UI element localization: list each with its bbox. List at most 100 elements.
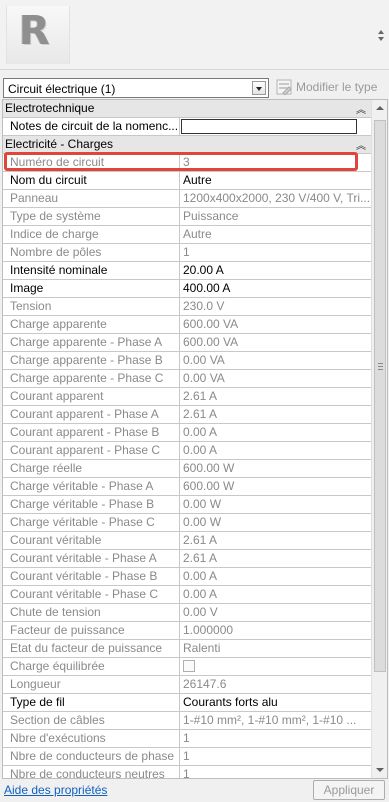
property-value[interactable] [181,658,371,675]
property-value[interactable]: Courants forts alu [181,694,371,711]
property-value[interactable]: 600.00 VA [181,334,371,351]
property-value[interactable]: 0.00 A [181,424,371,441]
property-label: Charge apparente - Phase B [3,352,180,369]
scrollbar-thumb[interactable] [374,120,386,672]
property-value[interactable]: 1200x400x2000, 230 V/400 V, Tri... [181,190,371,207]
property-label: Facteur de puissance [3,622,180,639]
collapse-icon[interactable]: ︽ [356,101,366,116]
property-row-true-current-c[interactable]: Courant véritable - Phase C 0.00 A [3,586,371,604]
property-value[interactable]: Ralenti [181,640,371,657]
property-value[interactable]: 230.0 V [181,298,371,315]
property-row-phase-conductors[interactable]: Nbre de conducteurs de phase 1 [3,748,371,766]
property-row-apparent-current-b[interactable]: Courant apparent - Phase B 0.00 A [3,424,371,442]
property-value[interactable]: 0.00 A [181,568,371,585]
property-row-voltage-drop[interactable]: Chute de tension 0.00 V [3,604,371,622]
scroll-down-icon[interactable] [372,762,387,778]
property-row-true-load-a[interactable]: Charge véritable - Phase A 600.00 W [3,478,371,496]
property-label: Section de câbles [3,712,180,729]
property-label: Type de système [3,208,180,225]
property-label: Chute de tension [3,604,180,621]
property-row-true-current[interactable]: Courant véritable 2.61 A [3,532,371,550]
property-value[interactable]: 0.00 A [181,586,371,603]
property-label: Courant véritable - Phase A [3,550,180,567]
balanced-checkbox[interactable] [183,660,195,672]
chevron-down-icon[interactable] [252,81,266,95]
property-label: Courant apparent - Phase B [3,424,180,441]
property-value[interactable]: 400.00 A [181,280,371,297]
property-value[interactable]: 2.61 A [181,532,371,549]
property-value[interactable]: 600.00 VA [181,316,371,333]
apply-button[interactable]: Appliquer [313,780,385,800]
property-row-apparent-load-a[interactable]: Charge apparente - Phase A 600.00 VA [3,334,371,352]
property-value[interactable]: Autre [181,226,371,243]
property-value[interactable]: 26147.6 [181,676,371,693]
property-value[interactable]: 0.00 W [181,496,371,513]
notes-input[interactable] [181,119,357,134]
property-row-apparent-current-a[interactable]: Courant apparent - Phase A 2.61 A [3,406,371,424]
property-label: Charge véritable - Phase B [3,496,180,513]
property-value[interactable]: 2.61 A [181,406,371,423]
header-scroll-arrows[interactable] [378,30,385,44]
property-value[interactable]: 600.00 W [181,478,371,495]
property-row-length[interactable]: Longueur 26147.6 [3,676,371,694]
property-row-balanced[interactable]: Charge équilibrée [3,658,371,676]
property-row-neutral-conductors[interactable]: Nbre de conducteurs neutres 1 [3,766,371,778]
property-row-runs[interactable]: Nbre d'exécutions 1 [3,730,371,748]
property-row-pf-state[interactable]: Etat du facteur de puissance Ralenti [3,640,371,658]
property-row-true-load-c[interactable]: Charge véritable - Phase C 0.00 W [3,514,371,532]
property-row-system-type[interactable]: Type de système Puissance [3,208,371,226]
scroll-up-icon[interactable] [372,100,387,116]
property-value[interactable]: 1 [181,766,371,778]
property-row-true-current-a[interactable]: Courant véritable - Phase A 2.61 A [3,550,371,568]
edit-type-label: Modifier le type [296,80,378,94]
property-value[interactable]: 20.00 A [181,262,371,279]
property-value[interactable]: 1 [181,730,371,747]
property-row-wire-size[interactable]: Section de câbles 1-#10 mm², 1-#10 mm², … [3,712,371,730]
property-row-power-factor[interactable]: Facteur de puissance 1.000000 [3,622,371,640]
property-value[interactable]: 1.000000 [181,622,371,639]
property-value[interactable]: 1-#10 mm², 1-#10 mm², 1-#10 ... [181,712,371,729]
property-row-circuit-name[interactable]: Nom du circuit Autre [3,172,371,190]
property-value[interactable]: Puissance [181,208,371,225]
property-value[interactable]: 1 [181,748,371,765]
property-row-notes[interactable]: Notes de circuit de la nomenc... [3,118,371,136]
property-row-frame[interactable]: Image 400.00 A [3,280,371,298]
property-value[interactable]: Autre [181,172,371,189]
collapse-icon[interactable]: ︽ [356,137,366,152]
property-label: Longueur [3,676,180,693]
property-row-poles[interactable]: Nombre de pôles 1 [3,244,371,262]
property-row-apparent-load-c[interactable]: Charge apparente - Phase C 0.00 VA [3,370,371,388]
property-value[interactable]: 0.00 VA [181,352,371,369]
scroll-down-icon[interactable] [378,37,384,41]
property-row-load-index[interactable]: Indice de charge Autre [3,226,371,244]
property-label: Nbre de conducteurs neutres [3,766,180,778]
property-value[interactable]: 2.61 A [181,550,371,567]
property-row-true-load[interactable]: Charge réelle 600.00 W [3,460,371,478]
group-header-electrotechnique[interactable]: Electrotechnique ︽ [3,100,371,118]
properties-help-link[interactable]: Aide des propriétés [4,783,107,797]
property-value[interactable]: 600.00 W [181,460,371,477]
property-row-apparent-current[interactable]: Courant apparent 2.61 A [3,388,371,406]
scroll-up-icon[interactable] [378,30,384,34]
property-row-true-current-b[interactable]: Courant véritable - Phase B 0.00 A [3,568,371,586]
property-row-wire-type[interactable]: Type de fil Courants forts alu [3,694,371,712]
property-row-panel[interactable]: Panneau 1200x400x2000, 230 V/400 V, Tri.… [3,190,371,208]
vertical-scrollbar[interactable] [371,100,387,778]
property-value[interactable]: 0.00 A [181,442,371,459]
grip-icon [378,363,383,372]
property-row-rating[interactable]: Intensité nominale 20.00 A [3,262,371,280]
property-row-apparent-load-b[interactable]: Charge apparente - Phase B 0.00 VA [3,352,371,370]
edit-type-button[interactable]: Modifier le type [276,77,384,97]
property-value[interactable]: 0.00 V [181,604,371,621]
group-label: Electricité - Charges [5,137,114,151]
property-label: Charge réelle [3,460,180,477]
property-value[interactable]: 1 [181,244,371,261]
property-row-true-load-b[interactable]: Charge véritable - Phase B 0.00 W [3,496,371,514]
property-row-voltage[interactable]: Tension 230.0 V [3,298,371,316]
property-value[interactable]: 2.61 A [181,388,371,405]
property-row-apparent-current-c[interactable]: Courant apparent - Phase C 0.00 A [3,442,371,460]
property-value[interactable]: 0.00 VA [181,370,371,387]
property-row-apparent-load[interactable]: Charge apparente 600.00 VA [3,316,371,334]
property-value[interactable]: 0.00 W [181,514,371,531]
type-selector-dropdown[interactable]: Circuit électrique (1) [3,78,269,98]
